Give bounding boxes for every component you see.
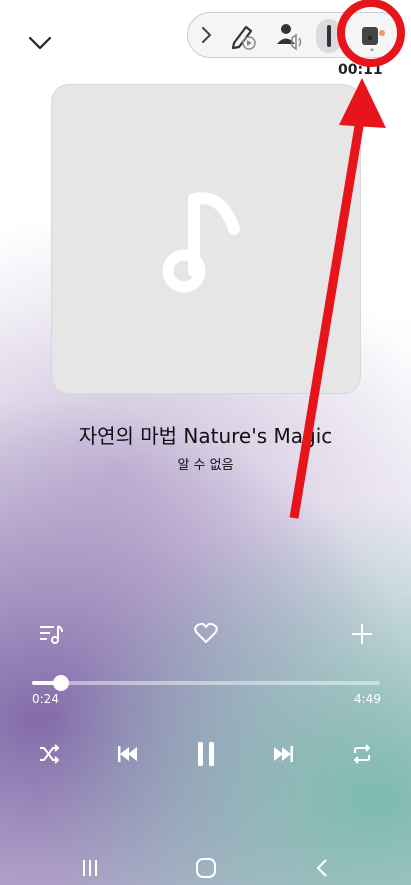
annotation-arrow-head — [339, 78, 386, 128]
annotation-circle — [337, 0, 405, 67]
annotation-overlay — [289, 0, 405, 519]
annotation-arrow-shaft — [289, 119, 365, 519]
